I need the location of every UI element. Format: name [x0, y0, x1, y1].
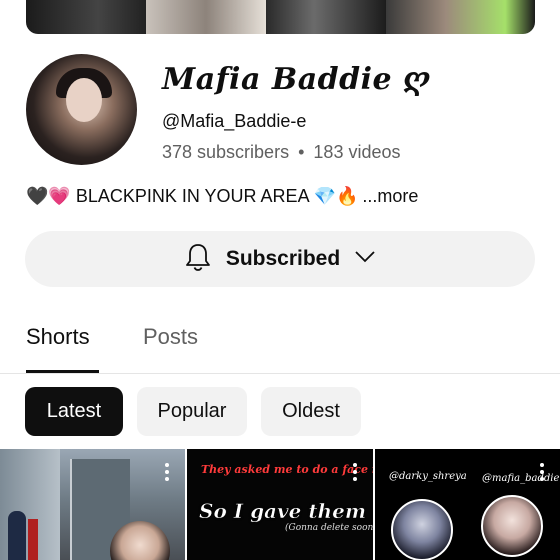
subscribed-button[interactable]: Subscribed [25, 231, 535, 287]
filter-oldest-chip[interactable]: Oldest [261, 387, 361, 436]
channel-tabs: Shorts Posts [0, 318, 560, 374]
filter-popular-chip[interactable]: Popular [137, 387, 247, 436]
avatar-face [66, 78, 102, 122]
active-tab-indicator [26, 370, 99, 373]
short-thumbnail-2[interactable]: They asked me to do a face reveal So I g… [187, 449, 373, 560]
short-2-caption-note: (Gonna delete soon) [285, 523, 373, 533]
channel-avatar[interactable] [26, 54, 137, 165]
video-count: 183 videos [313, 142, 401, 162]
tab-shorts[interactable]: Shorts [26, 324, 90, 350]
tab-posts[interactable]: Posts [143, 324, 198, 350]
short-1-more-icon[interactable] [165, 463, 169, 481]
channel-name: Mafia Baddie ღ [162, 62, 431, 97]
short-3-tag-right: @mafia_baddie [482, 473, 560, 484]
short-3-tag-left: @darky_shreya [389, 471, 467, 482]
short-3-more-icon[interactable] [540, 463, 544, 481]
channel-description[interactable]: 🖤💗 BLACKPINK IN YOUR AREA 💎🔥 ...more [26, 186, 418, 207]
subscriber-count: 378 subscribers [162, 142, 290, 162]
short-3-avatar-left [391, 499, 453, 560]
more-link[interactable]: ...more [362, 186, 418, 207]
description-text: 🖤💗 BLACKPINK IN YOUR AREA 💎🔥 [26, 186, 359, 206]
short-3-avatar-right [481, 495, 543, 557]
short-thumbnail-1[interactable] [0, 449, 185, 560]
short-2-caption-main: So I gave them an [199, 499, 373, 524]
short-2-caption-top: They asked me to do a face reveal [201, 463, 373, 476]
filter-latest-chip[interactable]: Latest [25, 387, 123, 436]
channel-banner [26, 0, 535, 34]
subscribed-label: Subscribed [225, 247, 341, 270]
short-2-more-icon[interactable] [353, 463, 357, 481]
short-thumbnail-3[interactable]: @darky_shreya @mafia_baddie [375, 449, 560, 560]
channel-stats: 378 subscribers • 183 videos [162, 142, 401, 163]
chevron-down-icon [354, 250, 376, 269]
channel-handle: @Mafia_Baddie-e [162, 111, 307, 131]
stats-separator: • [298, 142, 305, 162]
bell-icon [184, 242, 212, 277]
